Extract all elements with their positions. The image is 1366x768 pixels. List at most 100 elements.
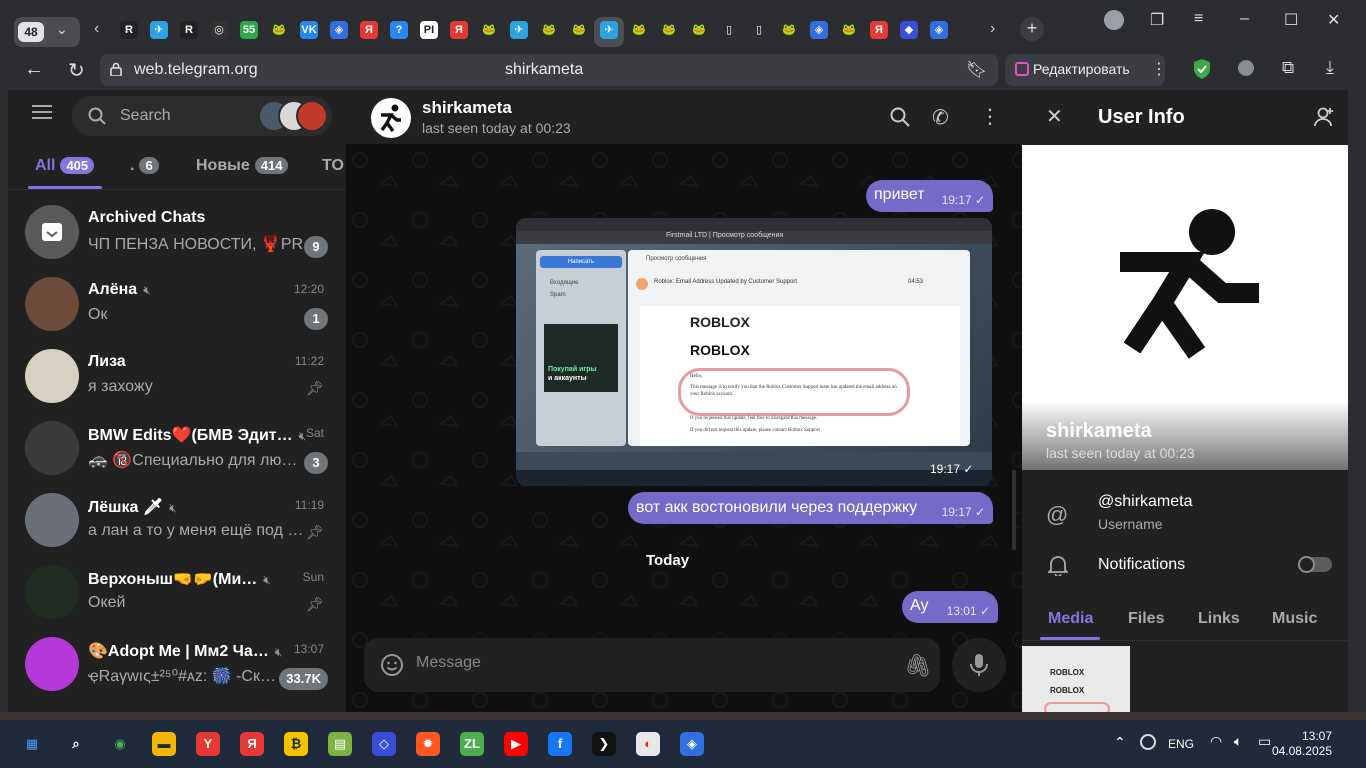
tab-favicon[interactable]: ✈ [600, 21, 618, 39]
more-icon[interactable]: ⋮ [980, 104, 1000, 129]
tab-favicon[interactable]: ◈ [810, 21, 828, 39]
tab-favicon[interactable]: 🐸 [570, 21, 588, 39]
message-bubble[interactable]: вот акк востоновили через поддержку 19:1… [628, 492, 993, 524]
taskbar-app-icon[interactable]: ✹ [416, 732, 440, 756]
message-bubble[interactable]: Ау 13:01 ✓ [902, 591, 998, 623]
tab-favicon[interactable]: 🐸 [270, 21, 288, 39]
media-thumbnail[interactable]: ROBLOX ROBLOX [1022, 646, 1130, 712]
tab-favicon[interactable]: Я [870, 21, 888, 39]
tab-count-button[interactable]: 48 ⌄ [14, 17, 80, 47]
tab-favicon[interactable]: R [120, 21, 138, 39]
add-contact-icon[interactable] [1312, 106, 1334, 128]
tab-favicon[interactable]: ? [390, 21, 408, 39]
menu-icon[interactable]: ≡ [1194, 10, 1203, 28]
taskbar-app-icon[interactable]: ◐ [636, 732, 660, 756]
taskbar-app-icon[interactable]: ▶ [504, 732, 528, 756]
taskbar-app-icon[interactable]: ▬ [152, 732, 176, 756]
search-icon[interactable] [890, 107, 910, 127]
bookmark-icon[interactable]: 🔖︎ [966, 60, 988, 80]
chat-list-item[interactable]: Лёшка 🗡 🔇︎ а лан а то у меня ещё под … 11:1… [8, 484, 346, 556]
wifi-icon[interactable]: ◠ [1210, 733, 1222, 750]
volume-icon[interactable]: 🔈︎ [1234, 733, 1242, 750]
username-value[interactable]: @shirkameta [1098, 493, 1193, 511]
tab-favicon[interactable]: 🐸 [690, 21, 708, 39]
chat-avatar[interactable] [371, 98, 411, 138]
url-field[interactable]: web.telegram.org shirkameta 🔖︎ [100, 54, 998, 86]
reload-icon[interactable]: ↻ [68, 58, 85, 83]
story-avatar[interactable] [296, 100, 328, 132]
extension-icon[interactable] [1238, 60, 1254, 76]
taskbar-app-icon[interactable]: ₿ [284, 732, 308, 756]
taskbar-app-icon[interactable]: Y [196, 732, 220, 756]
tab-favicon[interactable]: Я [360, 21, 378, 39]
notifications-toggle[interactable] [1298, 556, 1332, 573]
tab-files[interactable]: Files [1128, 610, 1164, 628]
taskbar-app-icon[interactable]: ◇ [372, 732, 396, 756]
tab-favicon[interactable]: ✈ [150, 21, 168, 39]
tab-favicon[interactable]: ▯ [720, 21, 738, 39]
back-icon[interactable]: ← [24, 58, 44, 81]
maximize-icon[interactable]: ☐ [1284, 10, 1298, 30]
taskbar-app-icon[interactable]: ▦ [20, 732, 44, 756]
phone-icon[interactable]: ✆ [932, 105, 949, 130]
tab-favicon[interactable]: ◈ [330, 21, 348, 39]
emoji-icon[interactable] [380, 653, 404, 677]
hamburger-menu-icon[interactable] [32, 104, 52, 120]
chat-list-item[interactable]: 🎨Adopt Me | Мм2 Ча… 🔇︎ ҿRaγwıς±²⁵⁰#ᴀz: 🎆 -… [8, 628, 346, 700]
tab-favicon[interactable]: VK [300, 21, 318, 39]
taskbar-app-icon[interactable]: ❯ [592, 732, 616, 756]
taskbar-app-icon[interactable]: ZL [460, 732, 484, 756]
tab-favicon[interactable]: 🐸 [780, 21, 798, 39]
battery-icon[interactable]: ▭ [1258, 733, 1271, 750]
minimize-icon[interactable]: – [1240, 10, 1249, 28]
tab-music[interactable]: Music [1272, 610, 1317, 628]
photo-message[interactable]: Firstmail LTD | Просмотр сообщения Напис… [516, 218, 992, 486]
voice-button[interactable] [952, 638, 1006, 692]
tab-media[interactable]: Media [1048, 610, 1093, 628]
tab-favicon[interactable]: R [180, 21, 198, 39]
chat-list-item[interactable]: Archived Chats ЧП ПЕНЗА НОВОСТИ, 🦞PR 9 [8, 196, 346, 268]
new-tab-button[interactable]: + [1020, 17, 1044, 41]
message-bubble[interactable]: привет 19:17 ✓ [866, 180, 993, 212]
folder-tab-all[interactable]: All 405 [35, 157, 95, 175]
tray-chevron-icon[interactable]: ⌃ [1114, 734, 1126, 751]
search-input[interactable]: Search [72, 96, 332, 136]
tabs-scroll-left-icon[interactable]: ‹ [94, 20, 99, 38]
close-icon[interactable]: ✕ [1046, 104, 1063, 129]
sidebar-icon[interactable]: ⧉ [1282, 58, 1294, 78]
tab-favicon[interactable]: ◆ [900, 21, 918, 39]
shield-icon[interactable] [1192, 58, 1212, 80]
chat-list-item[interactable]: Лиза я захожу 11:22 📌︎ [8, 340, 346, 412]
tab-favicon[interactable]: ▯ [750, 21, 768, 39]
chat-scrollbar[interactable] [1012, 470, 1016, 550]
sync-icon[interactable] [1140, 734, 1156, 750]
tab-favicon[interactable]: PI [420, 21, 438, 39]
tab-favicon[interactable]: 🐸 [480, 21, 498, 39]
chat-list-item[interactable]: BMW Edits❤️(БМВ Эдит… 🔇︎ 🚓 🔞Специально для… [8, 412, 346, 484]
taskbar-app-icon[interactable]: ◉ [108, 732, 132, 756]
collections-icon[interactable]: ❐ [1150, 10, 1164, 30]
taskbar-app-icon[interactable]: ◈ [680, 732, 704, 756]
tab-favicon[interactable]: 🐸 [840, 21, 858, 39]
tab-favicon[interactable]: ◈ [930, 21, 948, 39]
attach-icon[interactable]: 🖇︎ [904, 653, 932, 679]
close-window-icon[interactable]: ✕ [1327, 10, 1340, 30]
message-input[interactable]: Message 🖇︎ [364, 638, 940, 692]
tab-favicon[interactable]: 55 [240, 21, 258, 39]
download-icon[interactable]: ⤓ [1326, 57, 1334, 78]
folder-tab-new[interactable]: Новые 414 [196, 157, 289, 175]
folder-tab-to[interactable]: TO [322, 157, 344, 175]
folder-tab-dot[interactable]: .6 [130, 157, 160, 175]
tab-links[interactable]: Links [1198, 610, 1240, 628]
tabs-scroll-right-icon[interactable]: › [990, 20, 995, 38]
tab-favicon[interactable]: ◎ [210, 21, 228, 39]
taskbar-app-icon[interactable]: Я [240, 732, 264, 756]
tab-favicon[interactable]: 🐸 [660, 21, 678, 39]
taskbar-app-icon[interactable]: ⌕ [64, 732, 88, 756]
chat-header[interactable]: shirkameta last seen today at 00:23 ✆ ⋮ [346, 90, 1022, 144]
chat-list-item[interactable]: Верхоныш🤜🤛(Ми… 🔇︎ Окей Sun 📌︎ [8, 556, 346, 628]
taskbar-app-icon[interactable]: f [548, 732, 572, 756]
tab-favicon[interactable]: 🐸 [540, 21, 558, 39]
tab-favicon[interactable]: 🐸 [630, 21, 648, 39]
more-icon[interactable]: ⋮ [1151, 59, 1167, 79]
